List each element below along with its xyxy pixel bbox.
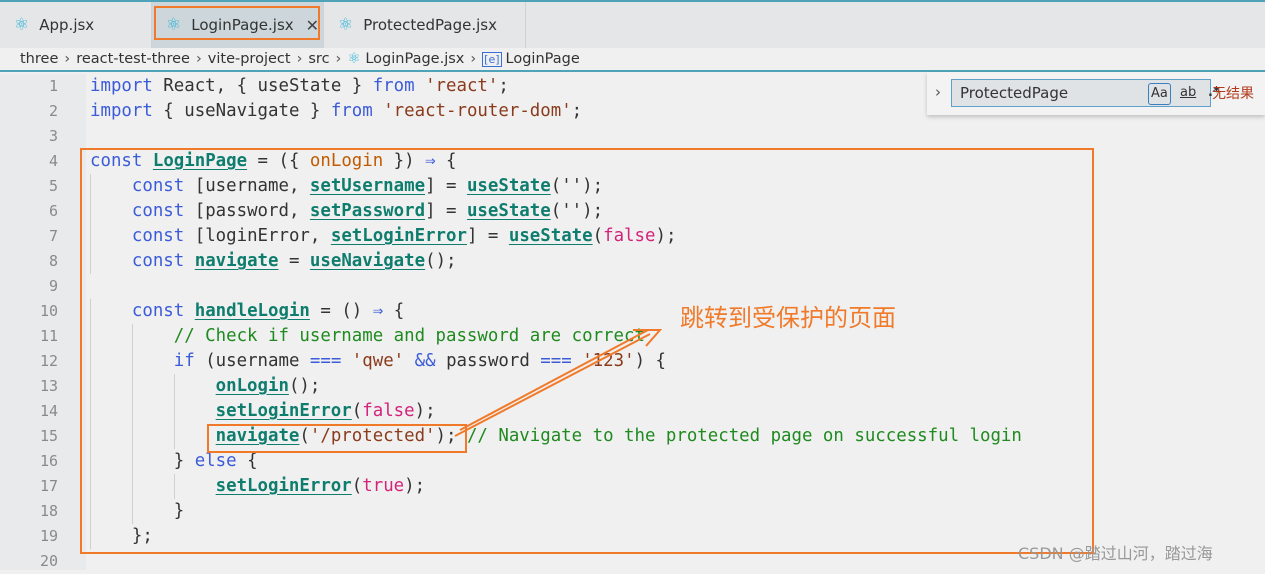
watermark: CSDN @踏过山河，踏过海 <box>1018 544 1213 563</box>
annotation-text: 跳转到受保护的页面 <box>680 304 896 332</box>
annotation-arrow <box>454 329 663 437</box>
